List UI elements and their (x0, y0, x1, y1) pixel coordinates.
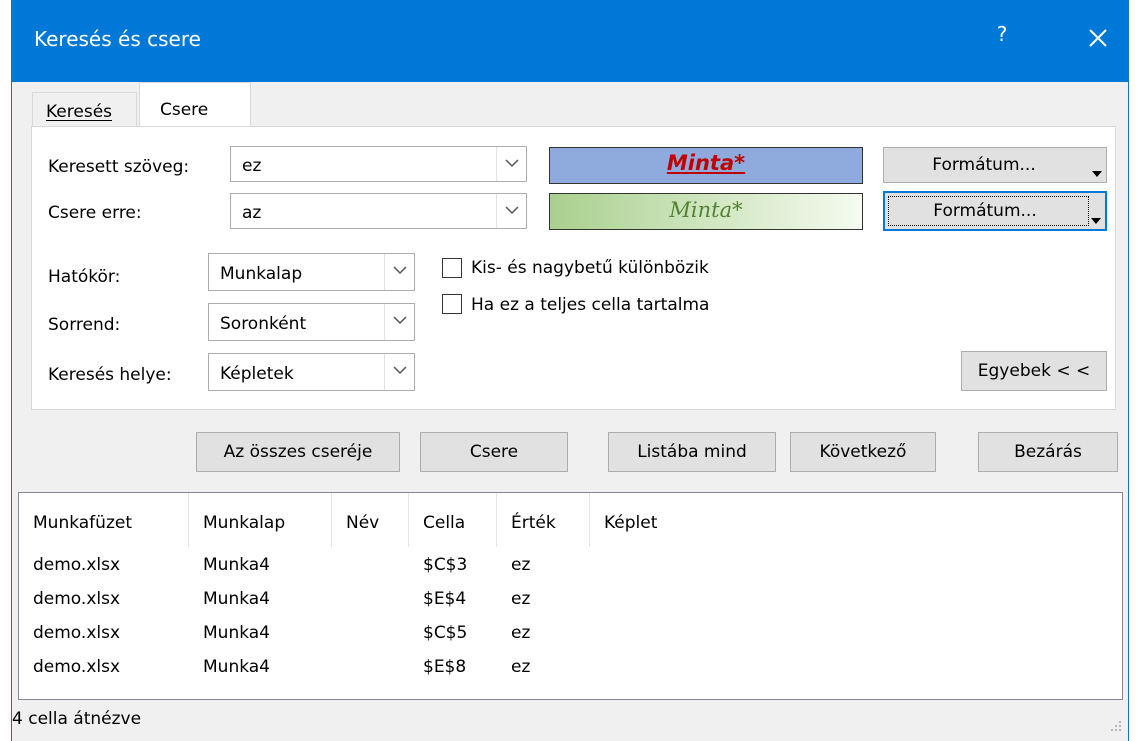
scope-dropdown[interactable] (384, 254, 414, 290)
cell-sheet: Munka4 (203, 623, 270, 643)
cell-workbook: demo.xlsx (33, 555, 121, 575)
cell-workbook: demo.xlsx (33, 657, 121, 677)
title-bar: Keresés és csere ? (12, 0, 1128, 82)
order-value: Soronként (220, 314, 307, 334)
replace-with-combobox[interactable]: az (230, 193, 527, 229)
column-header-cell[interactable]: Cella (409, 493, 497, 547)
resize-grip-icon[interactable] (1110, 717, 1122, 737)
cell-sheet: Munka4 (203, 555, 270, 575)
column-header-name[interactable]: Név (332, 493, 409, 547)
replace-all-button[interactable]: Az összes cseréje (196, 432, 400, 472)
column-header-workbook[interactable]: Munkafüzet (19, 493, 189, 547)
tab-search[interactable]: Keresés (32, 92, 137, 126)
help-button[interactable]: ? (987, 22, 1017, 46)
cell-value: ez (511, 657, 531, 677)
cell-sheet: Munka4 (203, 657, 270, 677)
scope-label: Hatókör: (48, 267, 121, 287)
replace-with-value: az (242, 203, 262, 223)
replace-with-dropdown[interactable] (496, 194, 526, 228)
tab-replace[interactable]: Csere (139, 82, 251, 127)
cell-workbook: demo.xlsx (33, 623, 121, 643)
chevron-down-icon (393, 266, 407, 275)
replace-format-button-label: Formátum... (933, 201, 1037, 221)
cell-value: ez (511, 589, 531, 609)
status-bar: 4 cella átnézve (12, 703, 1128, 741)
chevron-down-icon (505, 159, 519, 168)
cell-address: $E$8 (423, 657, 467, 677)
match-case-label[interactable]: Kis- és nagybetű különbözik (471, 258, 709, 278)
cell-workbook: demo.xlsx (33, 589, 121, 609)
replace-panel: Keresett szöveg: ez Minta* Formátum... C… (31, 126, 1116, 410)
look-in-dropdown[interactable] (384, 354, 414, 390)
caret-down-icon (1091, 209, 1101, 229)
replace-format-preview: Minta* (549, 193, 863, 230)
look-in-select[interactable]: Képletek (208, 353, 415, 391)
find-all-button[interactable]: Listába mind (608, 432, 776, 472)
scope-select[interactable]: Munkalap (208, 253, 415, 291)
match-case-checkbox[interactable] (442, 258, 462, 278)
cell-address: $E$4 (423, 589, 467, 609)
order-label: Sorrend: (48, 315, 121, 335)
caret-down-icon (1092, 162, 1102, 182)
column-header-sheet[interactable]: Munkalap (189, 493, 332, 547)
look-in-value: Képletek (220, 364, 294, 384)
tab-replace-label: Csere (160, 100, 209, 120)
match-entire-cell-label[interactable]: Ha ez a teljes cella tartalma (471, 295, 709, 315)
cell-sheet: Munka4 (203, 589, 270, 609)
close-button[interactable] (1078, 18, 1118, 58)
replace-with-label: Csere erre: (48, 203, 142, 223)
find-next-button[interactable]: Következő (790, 432, 936, 472)
cell-address: $C$3 (423, 555, 468, 575)
column-header-formula[interactable]: Képlet (590, 493, 1124, 547)
results-list[interactable]: Munkafüzet Munkalap Név Cella Érték Képl… (18, 492, 1123, 700)
close-dialog-button[interactable]: Bezárás (978, 432, 1118, 472)
chevron-down-icon (505, 206, 519, 215)
replace-format-button[interactable]: Formátum... (883, 191, 1107, 231)
scope-value: Munkalap (220, 264, 303, 284)
find-format-button-label: Formátum... (932, 155, 1036, 175)
options-toggle-button[interactable]: Egyebek < < (961, 351, 1107, 391)
status-text: 4 cella átnézve (12, 709, 142, 729)
cell-value: ez (511, 555, 531, 575)
find-replace-dialog: Keresés és csere ? Keresés Csere Kereset… (11, 0, 1129, 741)
find-format-preview: Minta* (549, 147, 863, 184)
order-select[interactable]: Soronként (208, 303, 415, 341)
find-what-combobox[interactable]: ez (230, 146, 527, 182)
cell-address: $C$5 (423, 623, 468, 643)
match-entire-cell-checkbox[interactable] (442, 294, 462, 314)
close-icon (1089, 29, 1107, 47)
tab-search-label: Keresés (46, 102, 113, 122)
cell-value: ez (511, 623, 531, 643)
replace-button[interactable]: Csere (420, 432, 568, 472)
look-in-label: Keresés helye: (48, 365, 172, 385)
order-dropdown[interactable] (384, 304, 414, 340)
find-format-button[interactable]: Formátum... (883, 147, 1107, 183)
find-what-value: ez (242, 156, 262, 176)
find-what-label: Keresett szöveg: (48, 157, 190, 177)
column-header-value[interactable]: Érték (497, 493, 590, 547)
chevron-down-icon (393, 366, 407, 375)
dialog-title: Keresés és csere (34, 27, 201, 51)
find-what-dropdown[interactable] (496, 147, 526, 181)
chevron-down-icon (393, 316, 407, 325)
